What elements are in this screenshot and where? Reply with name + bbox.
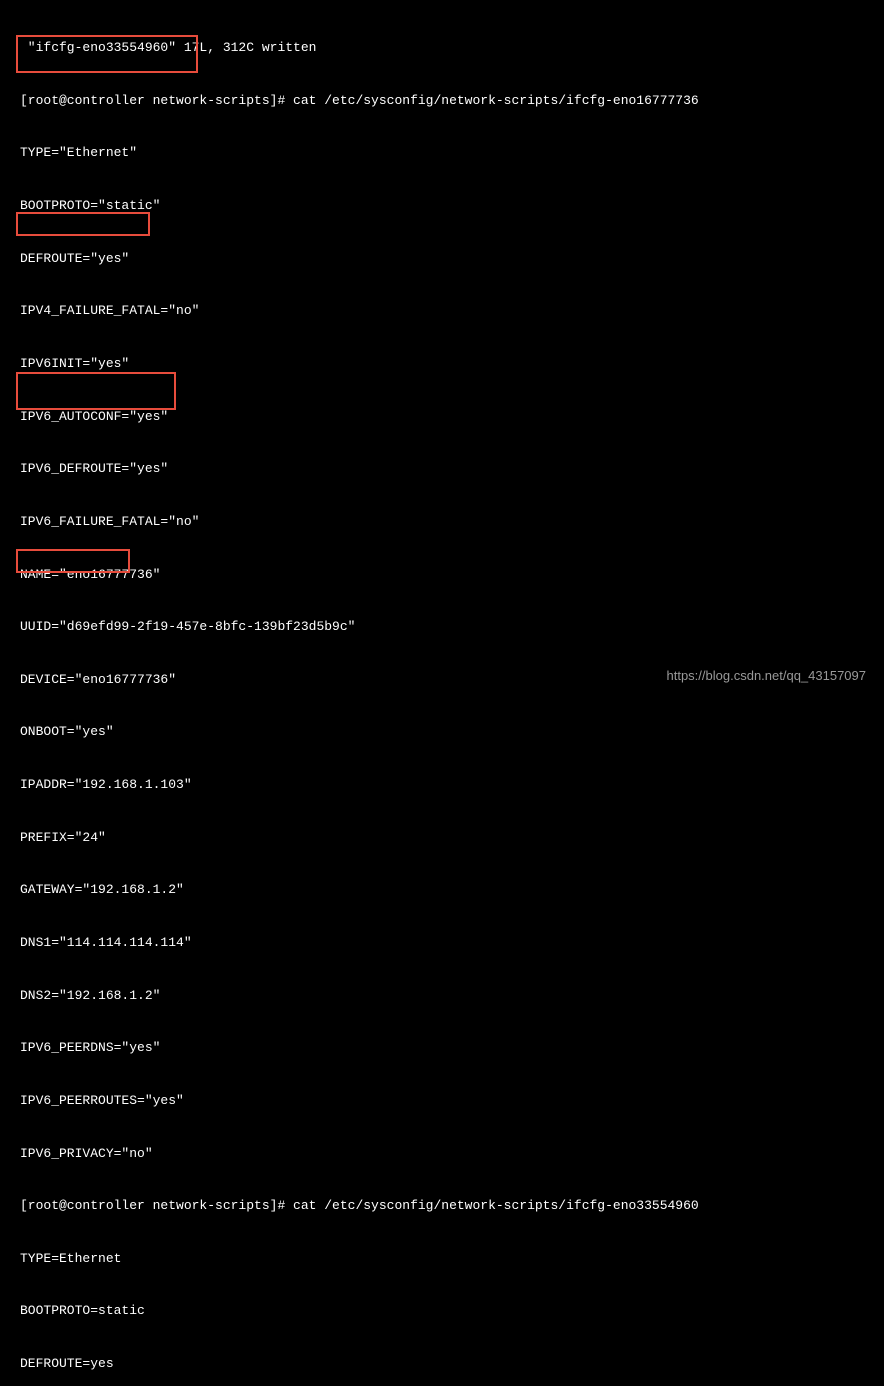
terminal-line: BOOTPROTO="static" (20, 197, 864, 215)
terminal-line: ONBOOT="yes" (20, 723, 864, 741)
terminal-line: UUID="d69efd99-2f19-457e-8bfc-139bf23d5b… (20, 618, 864, 636)
terminal-line: TYPE=Ethernet (20, 1250, 864, 1268)
terminal-line: IPV6INIT="yes" (20, 355, 864, 373)
terminal-line: IPV6_DEFROUTE="yes" (20, 460, 864, 478)
terminal-line: DEFROUTE=yes (20, 1355, 864, 1373)
terminal-line: IPADDR="192.168.1.103" (20, 776, 864, 794)
terminal-line: TYPE="Ethernet" (20, 144, 864, 162)
terminal-line: PREFIX="24" (20, 829, 864, 847)
terminal-line: IPV6_PEERROUTES="yes" (20, 1092, 864, 1110)
terminal-line: IPV4_FAILURE_FATAL="no" (20, 302, 864, 320)
terminal-line: DNS1="114.114.114.114" (20, 934, 864, 952)
watermark-text: https://blog.csdn.net/qq_43157097 (667, 667, 867, 685)
terminal-line: "ifcfg-eno33554960" 17L, 312C written (20, 39, 864, 57)
terminal-line: DEFROUTE="yes" (20, 250, 864, 268)
terminal-line: DNS2="192.168.1.2" (20, 987, 864, 1005)
terminal-line: IPV6_PRIVACY="no" (20, 1145, 864, 1163)
terminal-output: "ifcfg-eno33554960" 17L, 312C written [r… (20, 4, 864, 1386)
terminal-line: IPV6_FAILURE_FATAL="no" (20, 513, 864, 531)
terminal-line: [root@controller network-scripts]# cat /… (20, 92, 864, 110)
terminal-line: IPV6_AUTOCONF="yes" (20, 408, 864, 426)
terminal-line: NAME="eno16777736" (20, 566, 864, 584)
terminal-line: GATEWAY="192.168.1.2" (20, 881, 864, 899)
terminal-line: [root@controller network-scripts]# cat /… (20, 1197, 864, 1215)
terminal-line: BOOTPROTO=static (20, 1302, 864, 1320)
terminal-line: IPV6_PEERDNS="yes" (20, 1039, 864, 1057)
